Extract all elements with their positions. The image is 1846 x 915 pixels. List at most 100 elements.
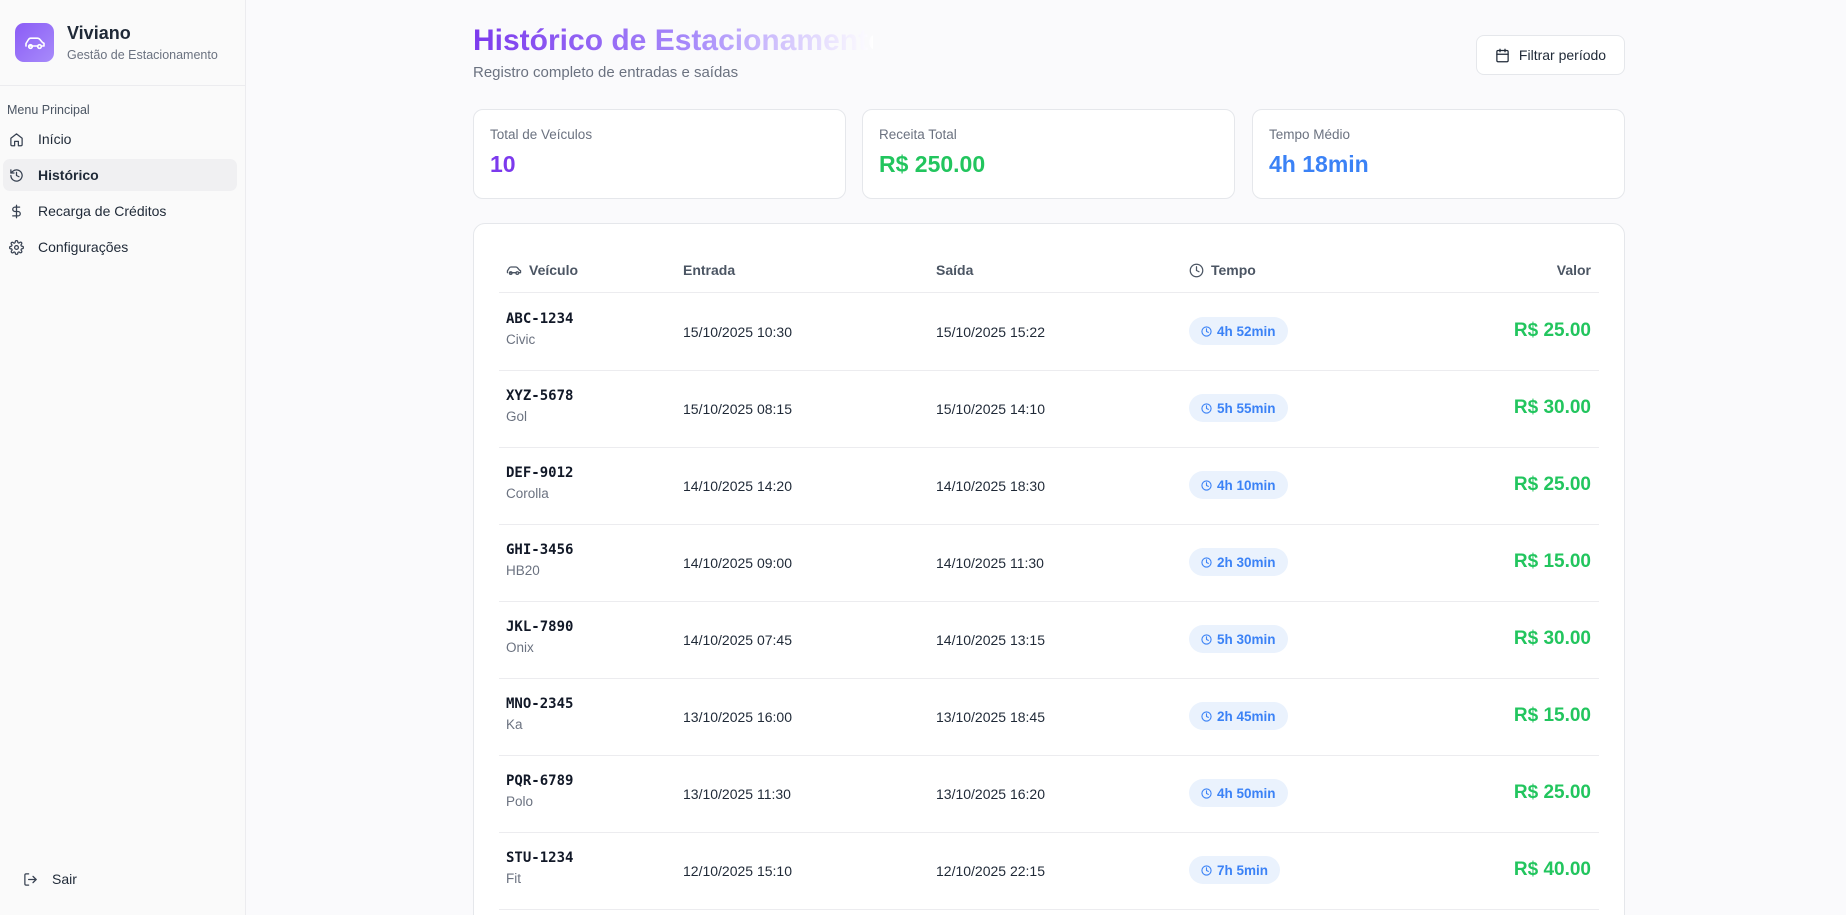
stat-label: Receita Total: [879, 127, 957, 142]
vehicle-model: Gol: [506, 409, 528, 424]
exit-datetime: 14/10/2025 18:30: [936, 478, 1045, 494]
price-value: R$ 30.00: [1513, 628, 1591, 649]
sidebar-item-label: Configurações: [38, 239, 129, 255]
logout-icon: [23, 872, 38, 887]
duration-badge: 2h 30min: [1189, 548, 1288, 576]
duration-text: 4h 10min: [1217, 477, 1276, 493]
column-header-value: Valor: [1557, 262, 1591, 278]
table-row: DEF-9012 Corolla 14/10/2025 14:20 14/10/202…: [499, 448, 1599, 525]
vehicle-plate: ABC-1234: [506, 311, 574, 327]
clock-icon: [1201, 402, 1212, 414]
table-row: PQR-6789 Polo 13/10/2025 11:30 13/10/2025 1…: [499, 756, 1599, 833]
vehicle-model: Civic: [506, 332, 536, 347]
vehicle-cell: JKL-7890 Onix: [506, 619, 573, 655]
price-value: R$ 25.00: [1513, 320, 1591, 341]
price-value: R$ 15.00: [1513, 551, 1591, 572]
sidebar-item-configuracoes[interactable]: Configurações: [3, 231, 237, 263]
vehicle-cell: GHI-3456 HB20: [506, 542, 573, 578]
entry-datetime: 15/10/2025 08:15: [683, 401, 792, 417]
table-row: JKL-7890 Onix 14/10/2025 07:45 14/10/2025 1…: [499, 602, 1599, 679]
stat-value: R$ 250.00: [879, 151, 986, 177]
sidebar-item-label: Recarga de Créditos: [38, 203, 167, 219]
table-row: XYZ-5678 Gol 15/10/2025 08:15 15/10/2025 14…: [499, 371, 1599, 448]
sidebar: Viviano Gestão de Estacionamento Menu Pr…: [0, 0, 246, 915]
duration-badge: 5h 30min: [1189, 625, 1288, 653]
exit-datetime: 13/10/2025 18:45: [936, 709, 1045, 725]
brand: Viviano Gestão de Estacionamento: [0, 0, 245, 86]
price-value: R$ 25.00: [1513, 474, 1591, 495]
brand-subtitle: Gestão de Estacionamento: [67, 48, 218, 62]
vehicle-model: HB20: [506, 563, 540, 578]
table-row: MNO-2345 Ka 13/10/2025 16:00 13/10/2025 18:…: [499, 679, 1599, 756]
dollar-icon: [8, 203, 24, 219]
exit-datetime: 13/10/2025 16:20: [936, 786, 1045, 802]
brand-name: Viviano: [67, 23, 131, 43]
vehicle-plate: GHI-3456: [506, 542, 574, 558]
duration-text: 5h 55min: [1217, 400, 1276, 416]
duration-badge: 4h 50min: [1189, 779, 1288, 807]
price-value: R$ 15.00: [1513, 705, 1591, 726]
exit-datetime: 15/10/2025 15:22: [936, 324, 1045, 340]
page-title: Histórico de Estacionamento: [473, 24, 873, 57]
vehicle-plate: JKL-7890: [506, 619, 574, 635]
logout-button[interactable]: Sair: [23, 871, 77, 887]
menu-title: Menu Principal: [7, 103, 90, 117]
logout-label: Sair: [52, 871, 77, 887]
vehicle-cell: PQR-6789 Polo: [506, 773, 573, 809]
duration-text: 4h 52min: [1217, 323, 1276, 339]
column-header-label: Valor: [1556, 262, 1591, 278]
gear-icon: [8, 239, 24, 255]
vehicle-plate: DEF-9012: [506, 465, 574, 481]
stat-label: Total de Veículos: [490, 127, 593, 142]
clock-icon: [1201, 710, 1212, 722]
clock-icon: [1201, 479, 1212, 491]
sidebar-item-recarga[interactable]: Recarga de Créditos: [3, 195, 237, 227]
exit-datetime: 12/10/2025 22:15: [936, 863, 1045, 879]
vehicle-model: Corolla: [506, 486, 549, 501]
column-header-label: Entrada: [683, 262, 736, 278]
table-header: Veículo Entrada Saída Tempo Valor: [499, 224, 1599, 293]
vehicle-cell: XYZ-5678 Gol: [506, 388, 573, 424]
column-header-label: Veículo: [529, 262, 579, 278]
entry-datetime: 12/10/2025 15:10: [683, 863, 792, 879]
sidebar-item-label: Histórico: [38, 167, 99, 183]
entry-datetime: 14/10/2025 09:00: [683, 555, 792, 571]
vehicle-plate: PQR-6789: [506, 773, 574, 789]
column-header-label: Saída: [936, 262, 974, 278]
entry-datetime: 14/10/2025 07:45: [683, 632, 792, 648]
exit-datetime: 14/10/2025 11:30: [936, 555, 1044, 571]
price-value: R$ 40.00: [1513, 859, 1591, 880]
clock-icon: [1201, 325, 1212, 337]
duration-badge: 2h 45min: [1189, 702, 1288, 730]
exit-datetime: 15/10/2025 14:10: [936, 401, 1045, 417]
column-header-vehicle: Veículo: [506, 262, 578, 278]
entry-datetime: 13/10/2025 16:00: [683, 709, 792, 725]
vehicle-plate: STU-1234: [506, 850, 574, 866]
clock-icon: [1201, 556, 1212, 568]
stat-label: Tempo Médio: [1269, 127, 1351, 142]
vehicle-model: Onix: [506, 640, 534, 655]
sidebar-item-label: Início: [38, 131, 72, 147]
column-header-label: Tempo: [1211, 262, 1256, 278]
history-icon: [8, 167, 24, 183]
vehicle-model: Ka: [506, 717, 523, 732]
duration-badge: 4h 52min: [1189, 317, 1288, 345]
exit-datetime: 14/10/2025 13:15: [936, 632, 1045, 648]
clock-icon: [1201, 864, 1212, 876]
main-menu: Início Histórico Recarga de Créditos Con…: [0, 123, 245, 263]
column-header-exit: Saída: [936, 262, 973, 278]
clock-icon: [1201, 633, 1212, 645]
duration-badge: 5h 55min: [1189, 394, 1288, 422]
entry-datetime: 13/10/2025 11:30: [683, 786, 791, 802]
duration-text: 2h 45min: [1217, 708, 1276, 724]
sidebar-item-historico[interactable]: Histórico: [3, 159, 237, 191]
entry-datetime: 15/10/2025 10:30: [683, 324, 792, 340]
vehicle-model: Fit: [506, 871, 521, 886]
filter-period-label: Filtrar período: [1518, 47, 1607, 63]
sidebar-item-inicio[interactable]: Início: [3, 123, 237, 155]
table-row: GHI-3456 HB20 14/10/2025 09:00 14/10/2025 1…: [499, 525, 1599, 602]
filter-period-button[interactable]: Filtrar período: [1476, 35, 1625, 75]
duration-badge: 7h 5min: [1189, 856, 1281, 884]
stat-card-total-vehicles: Total de Veículos 10: [473, 109, 846, 199]
vehicle-model: Polo: [506, 794, 534, 809]
